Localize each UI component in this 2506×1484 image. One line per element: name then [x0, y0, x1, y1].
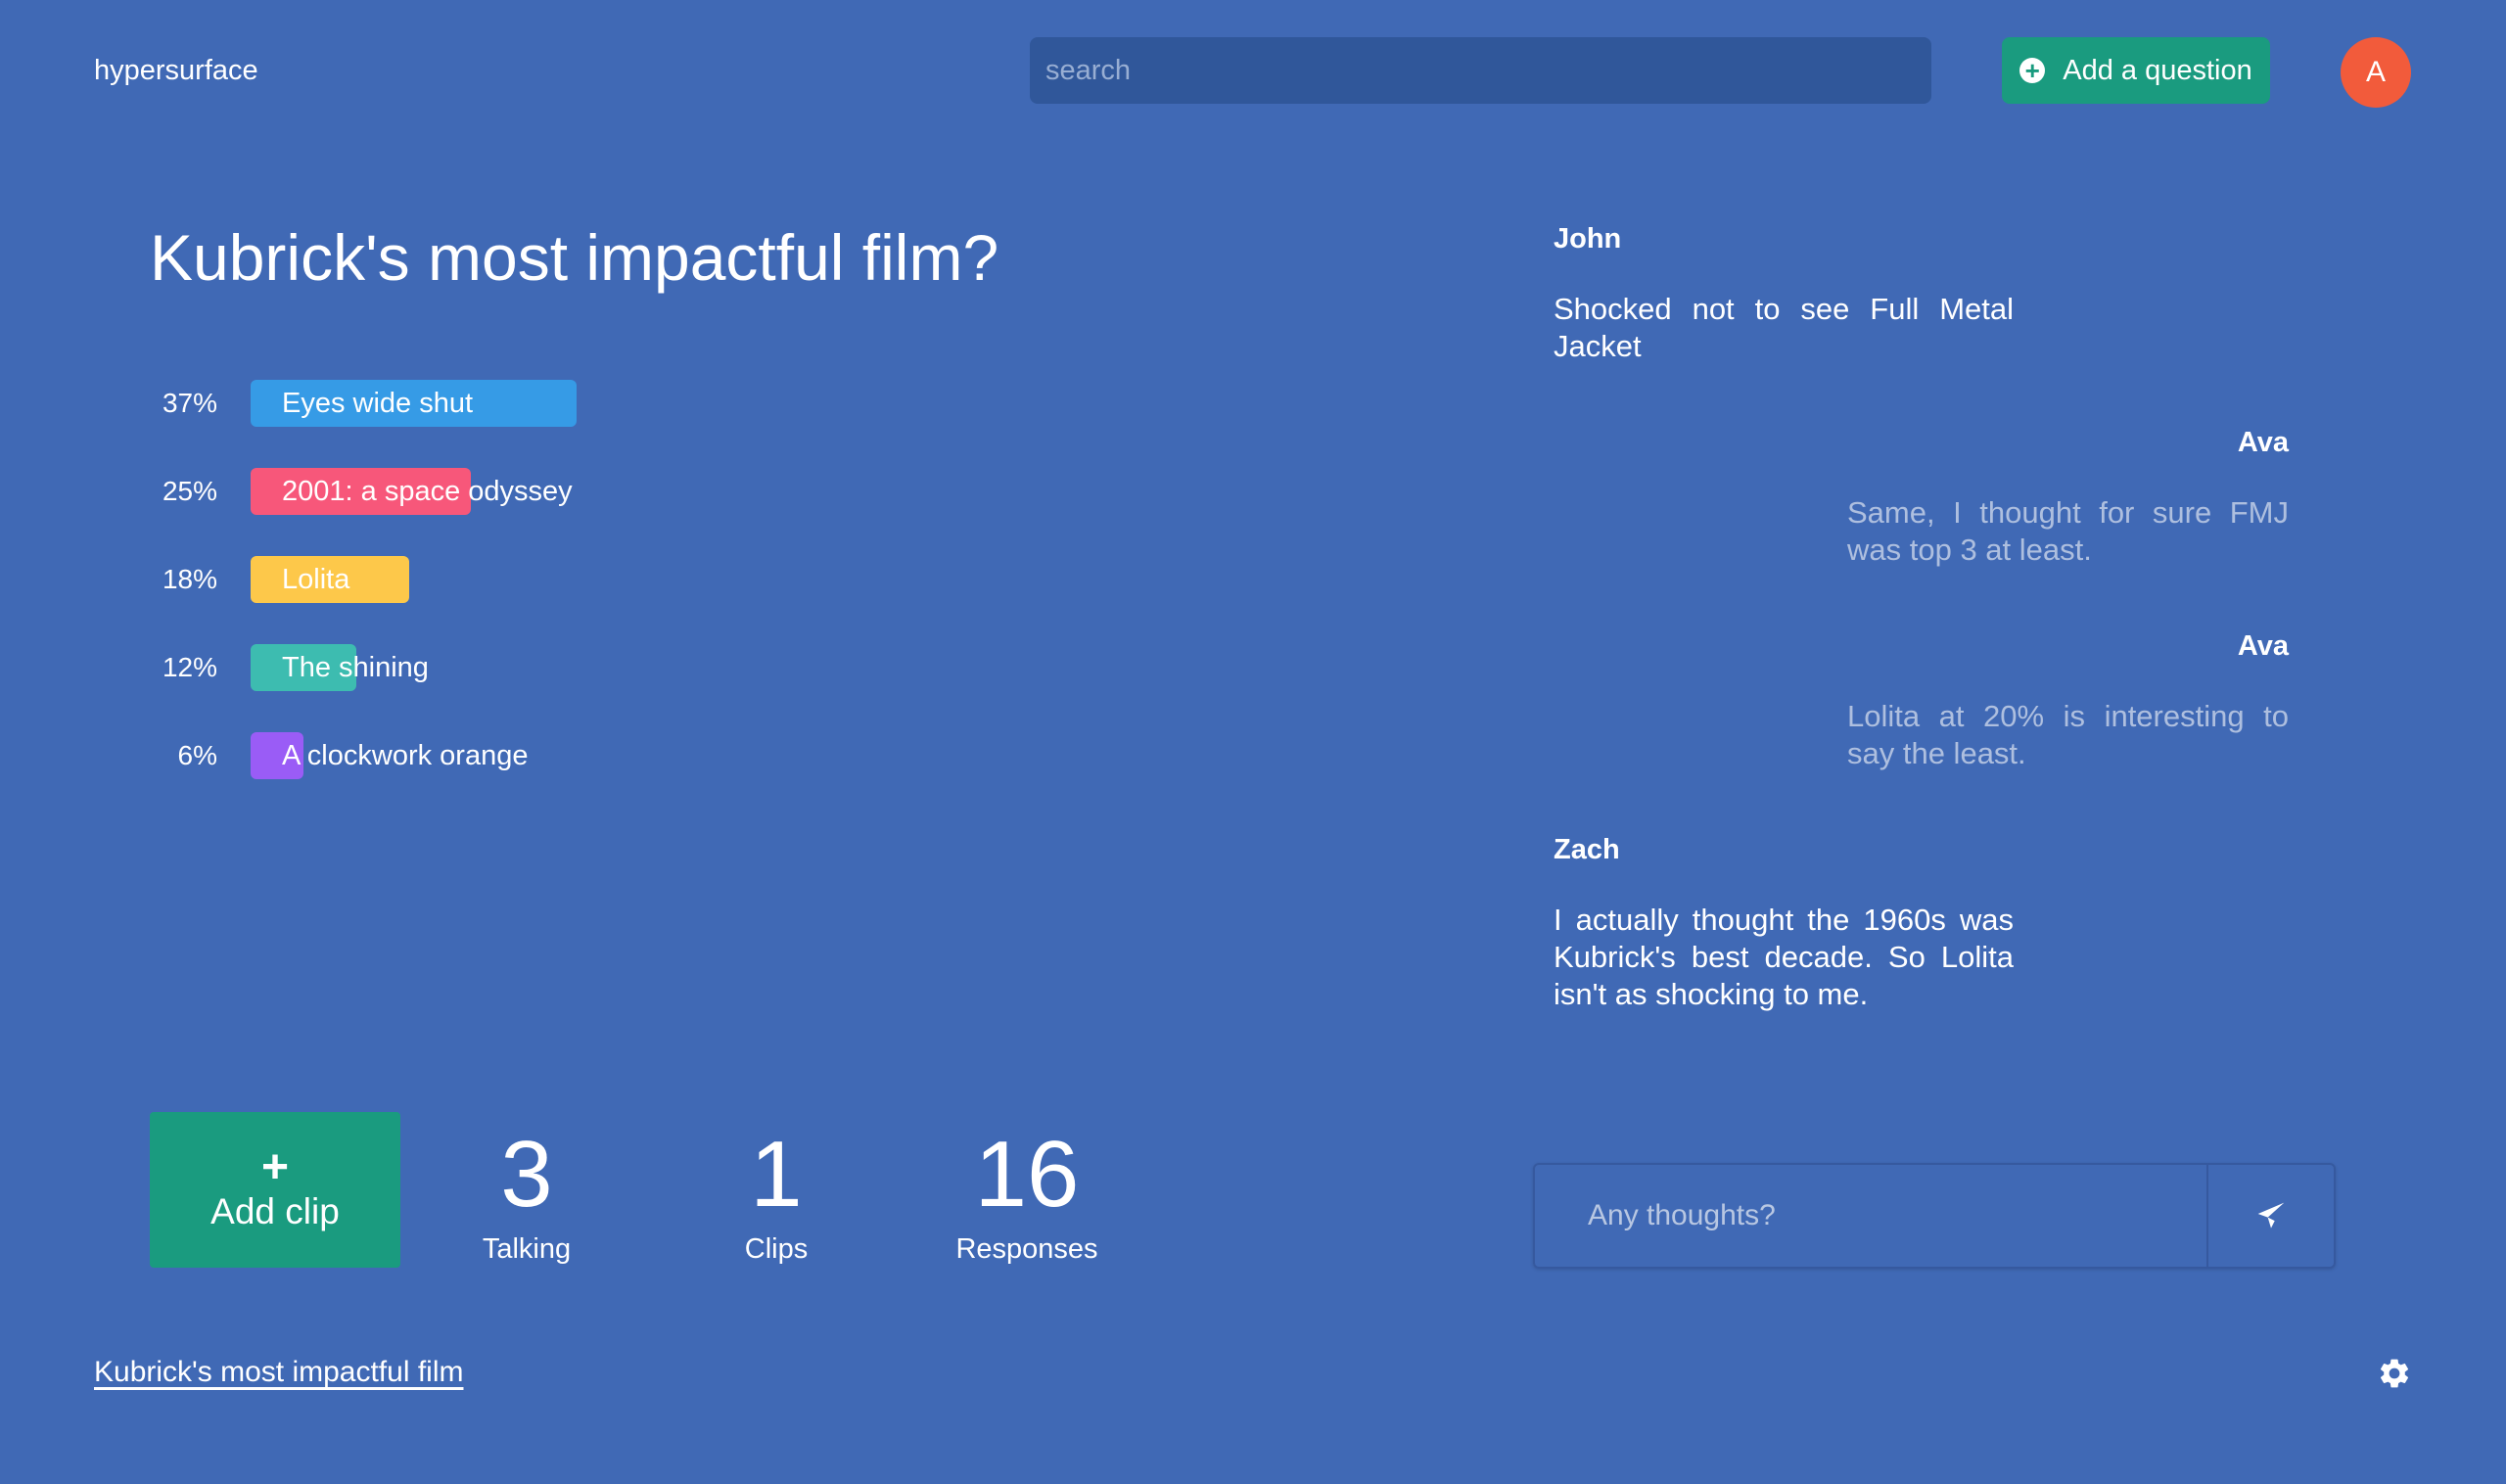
stat-clips-value: 1 — [750, 1122, 803, 1227]
comment: Ava Lolita at 20% is interesting to say … — [1847, 630, 2289, 772]
poll-option-label[interactable]: A clockwork orange — [282, 732, 528, 779]
comment-text: I actually thought the 1960s was Kubrick… — [1554, 903, 2014, 1011]
reply-box — [1533, 1163, 2336, 1269]
send-icon — [2257, 1202, 2285, 1229]
stat-talking: 3 Talking — [419, 1126, 634, 1266]
comment: Ava Same, I thought for sure FMJ was top… — [1847, 427, 2289, 569]
poll-percent: 25% — [162, 476, 217, 506]
reply-input[interactable] — [1535, 1165, 2206, 1267]
poll-option[interactable]: 18% Lolita — [147, 556, 930, 644]
poll-option-label[interactable]: The shining — [282, 644, 429, 691]
add-question-label: Add a question — [2063, 54, 2252, 86]
poll-option[interactable]: 12% The shining — [147, 644, 930, 732]
poll-percent: 6% — [177, 740, 217, 770]
poll: 37% Eyes wide shut 25% 2001: a space ody… — [147, 380, 930, 820]
send-button[interactable] — [2206, 1165, 2334, 1267]
plus-icon: + — [260, 1140, 290, 1193]
poll-option[interactable]: 37% Eyes wide shut — [147, 380, 930, 468]
stat-clips-label: Clips — [744, 1233, 809, 1265]
add-clip-label: Add clip — [210, 1190, 340, 1231]
comment-author: Ava — [2237, 427, 2289, 458]
poll-option-label[interactable]: Lolita — [282, 556, 349, 603]
comment: Zach I actually thought the 1960s was Ku… — [1554, 834, 2014, 1013]
stat-clips: 1 Clips — [669, 1126, 884, 1266]
footer-question-link[interactable]: Kubrick's most impactful film — [94, 1356, 463, 1389]
avatar[interactable]: A — [2341, 37, 2411, 108]
plus-circle-icon: + — [2019, 58, 2046, 83]
poll-option[interactable]: 6% A clockwork orange — [147, 732, 930, 820]
comment: John Shocked not to see Full Metal Jacke… — [1554, 223, 2014, 365]
stat-responses-label: Responses — [955, 1233, 1098, 1265]
comment-text: Same, I thought for sure FMJ was top 3 a… — [1847, 495, 2289, 567]
page: hypersurface + Add a question A Kubrick'… — [0, 0, 2506, 1484]
search-input[interactable] — [1030, 37, 1931, 104]
comment-text: Lolita at 20% is interesting to say the … — [1847, 699, 2289, 770]
comment-author: John — [1554, 223, 1622, 255]
poll-percent: 18% — [162, 564, 217, 594]
stat-talking-value: 3 — [500, 1122, 553, 1227]
brand-logo[interactable]: hypersurface — [94, 55, 258, 87]
comment-author: Ava — [2237, 630, 2289, 662]
add-clip-button[interactable]: + Add clip — [150, 1112, 400, 1268]
question-title: Kubrick's most impactful film? — [150, 221, 999, 294]
poll-option-label[interactable]: Eyes wide shut — [282, 380, 473, 427]
stat-responses-value: 16 — [974, 1122, 1080, 1227]
poll-percent: 12% — [162, 652, 217, 682]
poll-option[interactable]: 25% 2001: a space odyssey — [147, 468, 930, 556]
comment-text: Shocked not to see Full Metal Jacket — [1554, 292, 2014, 363]
gear-icon[interactable] — [2377, 1356, 2412, 1391]
comment-author: Zach — [1554, 834, 1620, 865]
stat-talking-label: Talking — [482, 1233, 572, 1265]
poll-percent: 37% — [162, 388, 217, 418]
add-question-button[interactable]: + Add a question — [2002, 37, 2270, 104]
poll-option-label[interactable]: 2001: a space odyssey — [282, 468, 573, 515]
stat-responses: 16 Responses — [919, 1126, 1135, 1266]
